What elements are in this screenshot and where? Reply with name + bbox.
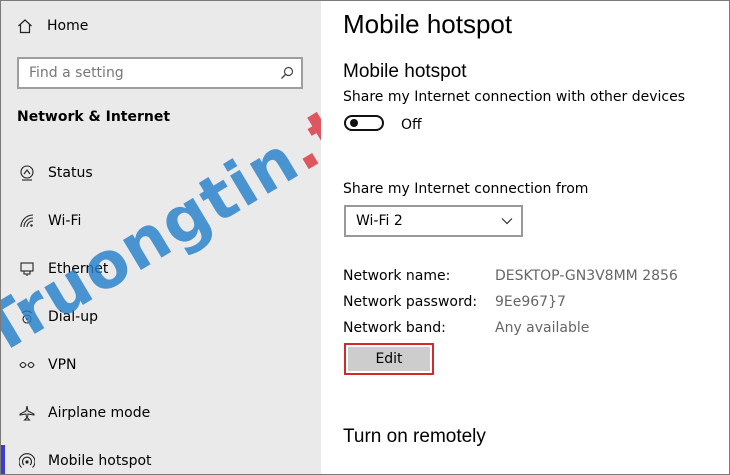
sidebar-item-ethernet[interactable]: Ethernet bbox=[1, 245, 321, 293]
sidebar-item-label: Airplane mode bbox=[48, 405, 151, 421]
network-name-value: DESKTOP-GN3V8MM 2856 bbox=[495, 268, 678, 284]
sidebar-item-label: Ethernet bbox=[48, 261, 109, 277]
network-band-label: Network band: bbox=[343, 320, 446, 336]
sidebar-item-vpn[interactable]: VPN bbox=[1, 341, 321, 389]
connection-source-dropdown[interactable]: Wi-Fi 2 bbox=[344, 205, 523, 237]
search-placeholder[interactable]: Find a setting bbox=[19, 65, 273, 81]
network-password-value: 9Ee967}7 bbox=[495, 294, 566, 310]
sidebar-nav: Status Wi-Fi Ethernet Dial-up VPN Airpla… bbox=[1, 149, 321, 474]
sidebar-item-mobile-hotspot[interactable]: Mobile hotspot bbox=[1, 437, 321, 474]
ethernet-icon bbox=[17, 261, 37, 277]
toggle-knob bbox=[350, 119, 358, 127]
remote-heading: Turn on remotely bbox=[343, 426, 486, 447]
edit-button[interactable]: Edit bbox=[348, 347, 430, 371]
network-band-value: Any available bbox=[495, 320, 590, 336]
sidebar-item-label: VPN bbox=[48, 357, 77, 373]
share-description: Share my Internet connection with other … bbox=[343, 89, 686, 105]
status-icon bbox=[17, 165, 37, 181]
home-link[interactable]: Home bbox=[17, 13, 88, 39]
sidebar-item-airplane-mode[interactable]: Airplane mode bbox=[1, 389, 321, 437]
section-title: Network & Internet bbox=[17, 109, 171, 125]
network-name-label: Network name: bbox=[343, 268, 451, 284]
vpn-icon bbox=[17, 359, 37, 371]
chevron-down-icon bbox=[501, 213, 513, 229]
home-icon bbox=[17, 18, 35, 34]
hotspot-icon bbox=[17, 453, 37, 469]
sidebar-item-dialup[interactable]: Dial-up bbox=[1, 293, 321, 341]
search-box[interactable]: Find a setting bbox=[17, 57, 303, 89]
main-panel: Mobile hotspot Mobile hotspot Share my I… bbox=[321, 1, 729, 474]
airplane-icon bbox=[17, 405, 37, 421]
dropdown-value: Wi-Fi 2 bbox=[356, 213, 403, 229]
page-title: Mobile hotspot bbox=[343, 9, 513, 39]
sidebar: Home Find a setting Network & Internet S… bbox=[1, 1, 439, 474]
hotspot-toggle[interactable] bbox=[344, 115, 384, 131]
search-icon[interactable] bbox=[273, 66, 301, 80]
edit-highlight-box: Edit bbox=[344, 343, 434, 375]
sidebar-item-label: Dial-up bbox=[48, 309, 98, 325]
sidebar-item-label: Wi-Fi bbox=[48, 213, 82, 229]
sidebar-item-label: Status bbox=[48, 165, 93, 181]
wifi-icon bbox=[17, 213, 37, 229]
settings-window: Home Find a setting Network & Internet S… bbox=[0, 0, 730, 475]
dialup-icon bbox=[17, 309, 37, 325]
network-password-label: Network password: bbox=[343, 294, 478, 310]
sidebar-item-wifi[interactable]: Wi-Fi bbox=[1, 197, 321, 245]
home-label: Home bbox=[47, 18, 89, 34]
sidebar-item-label: Mobile hotspot bbox=[48, 453, 152, 469]
section-heading: Mobile hotspot bbox=[343, 61, 467, 82]
share-from-label: Share my Internet connection from bbox=[343, 181, 589, 197]
toggle-state-label: Off bbox=[401, 117, 422, 133]
sidebar-item-status[interactable]: Status bbox=[1, 149, 321, 197]
